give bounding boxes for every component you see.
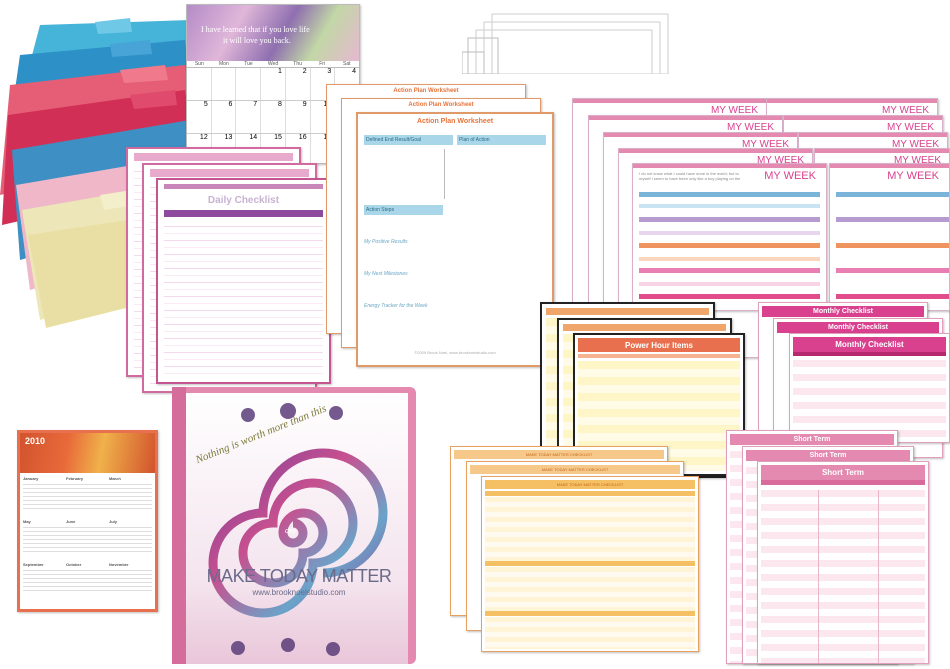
day-cell: 8 bbox=[261, 101, 286, 133]
plan-section-header: Plan of Action bbox=[457, 135, 546, 145]
calendar-header-image: I have learned that if you love life it … bbox=[187, 5, 359, 61]
weekday-label: Mon bbox=[219, 61, 229, 67]
make-today-matter-binder: Nothing is worth more than this day MAKE… bbox=[168, 383, 418, 664]
daily-checklist-title: Daily Checklist bbox=[207, 195, 280, 206]
day-cell: 7 bbox=[236, 101, 262, 133]
weekday-label: Sun bbox=[194, 61, 204, 67]
calendar-weekdays: Sun Mon Tue Wed Thu Fri Sat bbox=[187, 61, 359, 68]
month-block: March bbox=[109, 476, 152, 509]
goal-section-header: Defined End Result/Goal bbox=[364, 135, 453, 145]
monthly-checklist-sheet: Monthly Checklist bbox=[789, 333, 950, 443]
action-plan-sheet: Action Plan Worksheet Defined End Result… bbox=[356, 112, 554, 367]
month-block: September bbox=[23, 562, 66, 591]
day-cell: 9 bbox=[286, 101, 311, 133]
my-week-sheet-front: I do not know what I could have done in … bbox=[632, 163, 827, 311]
weekday-label: Tue bbox=[244, 61, 253, 67]
year-calendar-year: 2010 bbox=[25, 436, 46, 446]
monthly-checklist-title-middle: Monthly Checklist bbox=[777, 322, 939, 333]
my-week-title: MY WEEK bbox=[887, 170, 939, 182]
short-term-title-back: Short Term bbox=[730, 434, 894, 445]
action-plan-footer: ©2009 Brook Noel, www.brooknoelstudio.co… bbox=[414, 350, 496, 355]
binder-dividers-illustration bbox=[461, 8, 670, 75]
power-hour-title-bar: Power Hour Items bbox=[578, 338, 740, 352]
my-week-quote: I do not know what I could have done in … bbox=[639, 171, 741, 183]
month-block: November bbox=[109, 562, 152, 591]
weekday-label: Fri bbox=[319, 61, 326, 67]
day-cell bbox=[236, 68, 262, 100]
positive-results-label: My Positive Results bbox=[364, 239, 408, 245]
month-block: July bbox=[109, 519, 152, 552]
day-cell bbox=[187, 68, 212, 100]
year-calendar-banner: 2010 bbox=[20, 433, 155, 473]
action-plan-title-back: Action Plan Worksheet bbox=[393, 88, 459, 94]
monthly-checklist-title: Monthly Checklist bbox=[793, 337, 946, 352]
mtm-checklist-title-back: MAKE TODAY MATTER CHECKLIST bbox=[454, 450, 664, 459]
month-block: May bbox=[23, 519, 66, 552]
weekday-label: Thu bbox=[293, 61, 302, 67]
calendar-quote-line-2: it will love you back. bbox=[223, 36, 291, 45]
daily-checklist-sheet: Daily Checklist bbox=[156, 178, 331, 384]
action-plan-title: Action Plan Worksheet bbox=[416, 118, 494, 125]
weekday-label: Wed bbox=[267, 61, 279, 67]
day-cell: 1 bbox=[261, 68, 286, 100]
day-cell: 2 bbox=[286, 68, 311, 100]
mtm-checklist-title-middle: MAKE TODAY MATTER CHECKLIST bbox=[470, 465, 680, 474]
mtm-checklist-sheet: MAKE TODAY MATTER CHECKLIST bbox=[481, 476, 699, 652]
binder-title: MAKE TODAY MATTER bbox=[206, 566, 392, 586]
action-plan-title-middle: Action Plan Worksheet bbox=[408, 102, 474, 108]
day-cell: 5 bbox=[187, 101, 212, 133]
day-cell bbox=[212, 68, 237, 100]
binder-url: www.brooknoelstudio.com bbox=[252, 588, 346, 597]
short-term-title-middle: Short Term bbox=[746, 450, 910, 461]
my-week-sheet-front-right: MY WEEK bbox=[829, 163, 950, 311]
year-calendar-months: January February March May June July Sep… bbox=[20, 473, 155, 594]
month-block: January bbox=[23, 476, 66, 509]
short-term-title: Short Term bbox=[761, 465, 925, 480]
month-block: June bbox=[66, 519, 109, 552]
monthly-checklist-title-back: Monthly Checklist bbox=[762, 306, 924, 317]
year-calendar-2010: 2010 January February March May June Jul… bbox=[17, 430, 158, 612]
day-cell: 6 bbox=[212, 101, 237, 133]
weekday-label: Sat bbox=[343, 61, 351, 67]
month-block: February bbox=[66, 476, 109, 509]
next-milestones-label: My Next Milestones bbox=[364, 271, 408, 277]
action-steps-header: Action Steps bbox=[364, 205, 443, 215]
calendar-quote-line-1: I have learned that if you love life bbox=[201, 25, 310, 34]
power-hour-title: Power Hour Items bbox=[624, 340, 693, 350]
binder-center-word: day bbox=[285, 528, 297, 535]
energy-tracker-label: Energy Tracker for the Week bbox=[364, 303, 428, 309]
short-term-sheet: Short Term bbox=[757, 461, 929, 664]
mtm-checklist-title: MAKE TODAY MATTER CHECKLIST bbox=[485, 480, 695, 489]
month-block: October bbox=[66, 562, 109, 591]
my-week-title: MY WEEK bbox=[764, 170, 816, 182]
